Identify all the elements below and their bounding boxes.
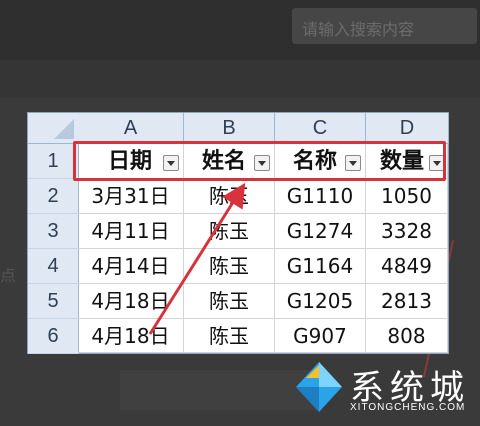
header-row-highlight [73,141,446,181]
logo-url: XITONGCHENG.COM [350,402,466,413]
table-cell[interactable]: 4849 [366,249,448,284]
table-cell[interactable]: G1164 [275,249,366,284]
search-input[interactable]: 请输入搜索内容 [292,8,477,44]
table-cell[interactable]: 陈玉 [184,214,275,249]
select-all-corner[interactable] [28,113,79,144]
column-header-b[interactable]: B [184,113,275,144]
table-cell[interactable]: 2813 [366,284,448,319]
table-cell[interactable]: 4月11日 [78,214,184,249]
row-header-4[interactable]: 4 [28,249,79,284]
column-header-d[interactable]: D [366,113,449,144]
row-header-1[interactable]: 1 [28,144,79,179]
row-header-2[interactable]: 2 [28,179,79,214]
table-cell[interactable]: 4月18日 [78,319,184,353]
background-side-text: 点 [0,266,17,285]
table-cell[interactable]: G1205 [275,284,366,319]
table-cell[interactable]: 陈玉 [184,249,275,284]
search-placeholder: 请输入搜索内容 [302,20,415,39]
top-bar: 请输入搜索内容 [0,0,480,60]
table-cell[interactable]: 陈玉 [184,284,275,319]
table-cell[interactable]: G1274 [275,214,366,249]
row-header-3[interactable]: 3 [28,214,79,249]
table-cell[interactable]: 陈玉 [184,319,275,353]
table-cell[interactable]: 4月18日 [78,284,184,319]
table-cell[interactable]: G907 [275,319,366,353]
table-cell[interactable]: 陈玉 [184,179,275,214]
row-header-6[interactable]: 6 [28,319,79,354]
table-cell[interactable]: 3328 [366,214,448,249]
row-header-5[interactable]: 5 [28,284,79,319]
table-cell[interactable]: 808 [366,319,448,353]
table-cell[interactable]: 1050 [366,179,448,214]
corner-triangle-icon [54,119,74,139]
table-cell[interactable]: 4月14日 [78,249,184,284]
site-logo: 系统城 XITONGCHENG.COM [292,358,477,420]
column-header-c[interactable]: C [275,113,366,144]
table-cell[interactable]: G1110 [275,179,366,214]
background-strip [0,60,480,98]
background-toolbar [120,370,320,410]
table-cell[interactable]: 3月31日 [78,179,184,214]
column-header-a[interactable]: A [78,113,184,144]
logo-diamond-icon [296,362,342,412]
